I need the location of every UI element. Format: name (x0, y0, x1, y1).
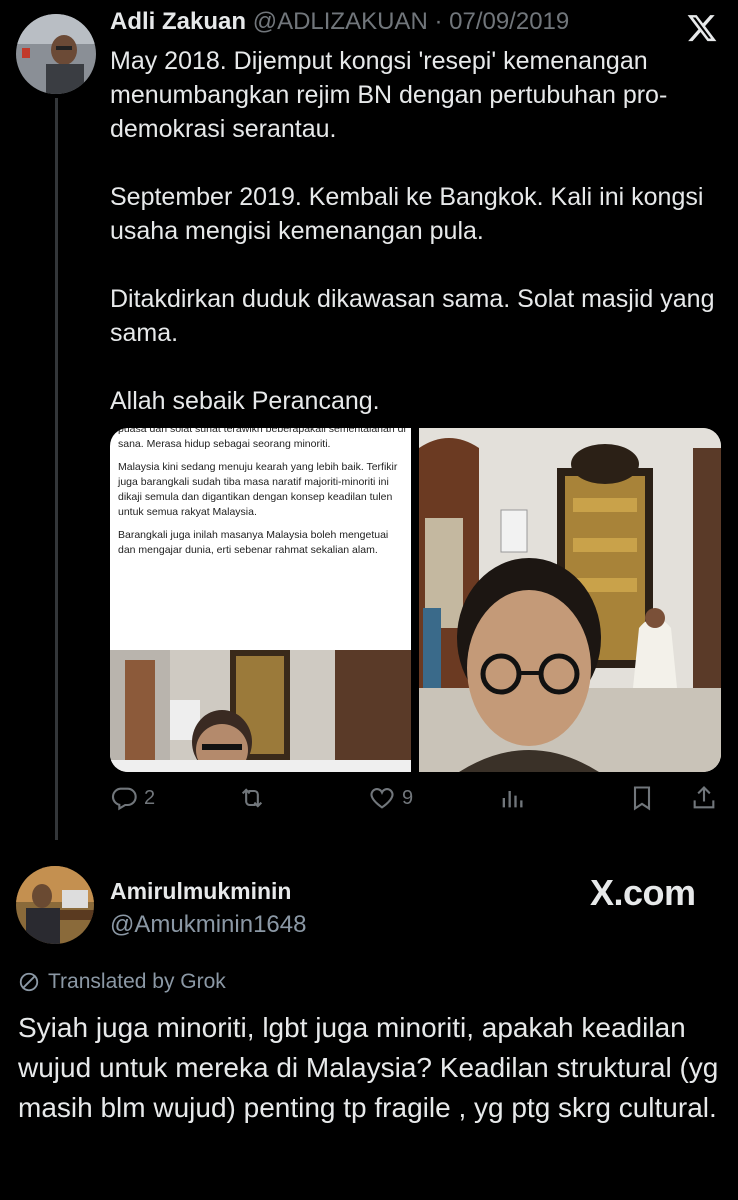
x-logo-icon[interactable] (686, 12, 718, 44)
like-count: 9 (402, 786, 414, 809)
views-button[interactable] (498, 784, 526, 812)
author-handle[interactable]: @ADLIZAKUAN (253, 8, 428, 35)
reply-author-name[interactable]: Amirulmukminin (110, 878, 306, 905)
bookmark-icon (633, 786, 651, 811)
share-button[interactable] (690, 784, 718, 812)
tweet-date[interactable]: 07/09/2019 (449, 8, 569, 35)
author-name[interactable]: Adli Zakuan (110, 8, 246, 35)
tweet-header: Adli Zakuan @ADLIZAKUAN · 07/09/2019 (110, 8, 569, 36)
mosque-selfie-thumbnail (110, 650, 411, 772)
media-image-article-screenshot[interactable]: puasa dan solat sunat terawikh beberapak… (110, 428, 411, 772)
views-icon (502, 791, 523, 808)
tweet-text: May 2018. Dijemput kongsi 'resepi' kemen… (110, 47, 715, 415)
retweet-icon (241, 788, 263, 808)
reply-text: Syiah juga minoriti, lgbt juga minoriti,… (18, 1012, 719, 1123)
article-text: puasa dan solat sunat terawikh beberapak… (118, 428, 406, 566)
bookmark-button[interactable] (628, 784, 656, 812)
thread-connector-line (55, 98, 58, 840)
tweet-media[interactable]: puasa dan solat sunat terawikh beberapak… (110, 428, 721, 772)
retweet-button[interactable] (238, 784, 266, 812)
grok-translate-icon (19, 972, 39, 992)
xcom-watermark: X.com (590, 872, 696, 913)
article-paragraph: Malaysia kini sedang menuju kearah yang … (118, 461, 398, 518)
share-icon (693, 786, 715, 809)
like-button[interactable]: 9 (368, 784, 413, 812)
media-image-mosque-selfie[interactable] (419, 428, 721, 772)
header-separator: · (434, 8, 443, 35)
reply-author-handle[interactable]: @Amukminin1648 (110, 911, 306, 939)
article-paragraph: Barangkali juga inilah masanya Malaysia … (118, 529, 389, 556)
reply-count: 2 (144, 786, 156, 809)
tweet-actions: 2 9 (110, 784, 721, 820)
author-avatar[interactable] (16, 14, 96, 94)
article-paragraph: puasa dan solat sunat terawikh beberapak… (118, 428, 406, 450)
reply-icon (111, 787, 137, 811)
like-icon (370, 788, 394, 809)
translated-label: Translated by Grok (48, 970, 226, 993)
reply-header: Amirulmukminin @Amukminin1648 (110, 878, 306, 939)
translated-by-grok[interactable]: Translated by Grok (18, 970, 226, 994)
reply-author-avatar[interactable] (16, 866, 94, 944)
reply-button[interactable]: 2 (110, 784, 155, 812)
